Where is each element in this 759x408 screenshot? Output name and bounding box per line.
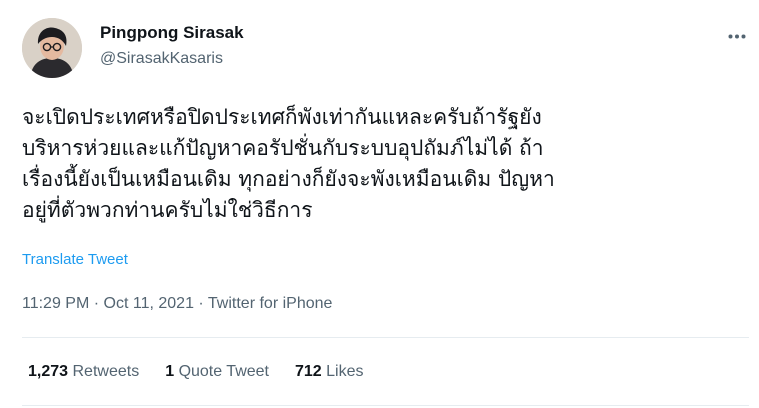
likes-count: 712 [295,363,322,380]
retweets-label: Retweets [72,363,140,380]
tweet-date[interactable]: Oct 11, 2021 [104,295,194,312]
tweet-text-line: อยู่ที่ตัวพวกท่านครับไม่ใช่วิธีการ [22,198,313,222]
likes-stat[interactable]: 712 Likes [295,363,364,381]
display-name[interactable]: Pingpong Sirasak [100,23,244,43]
translate-tweet-link[interactable]: Translate Tweet [22,251,128,268]
more-horizontal-icon [728,34,746,38]
avatar[interactable] [22,18,82,78]
engagement-stats: 1,273 Retweets 1 Quote Tweet 712 Likes [28,363,364,381]
quote-tweets-stat[interactable]: 1 Quote Tweet [165,363,269,381]
tweet-metadata: 11:29 PM · Oct 11, 2021 · Twitter for iP… [22,295,332,313]
user-handle[interactable]: @SirasakKasaris [100,50,223,68]
avatar-image [22,18,82,78]
tweet-text-line: บริหารห่วยและแก้ปัญหาคอรัปชั่นกับระบบอุป… [22,136,544,160]
tweet-text-line: จะเปิดประเทศหรือปิดประเทศก็พังเท่ากันแหล… [22,105,542,129]
quote-tweets-label: Quote Tweet [178,363,269,380]
retweets-count: 1,273 [28,363,69,380]
quote-tweets-count: 1 [165,363,175,380]
divider [22,405,749,406]
meta-separator: · [198,295,204,312]
retweets-stat[interactable]: 1,273 Retweets [28,363,139,381]
tweet-text-line: เรื่องนี้ยังเป็นเหมือนเดิม ทุกอย่างก็ยัง… [22,167,555,191]
tweet-text: จะเปิดประเทศหรือปิดประเทศก็พังเท่ากันแหล… [22,102,747,226]
more-options-button[interactable] [724,26,750,46]
likes-label: Likes [326,363,364,380]
tweet-source[interactable]: Twitter for iPhone [208,295,333,312]
meta-separator: · [93,295,100,312]
tweet-time[interactable]: 11:29 PM [22,295,89,312]
tweet-card: Pingpong Sirasak @SirasakKasaris จะเปิดป… [0,0,759,408]
divider [22,337,749,338]
